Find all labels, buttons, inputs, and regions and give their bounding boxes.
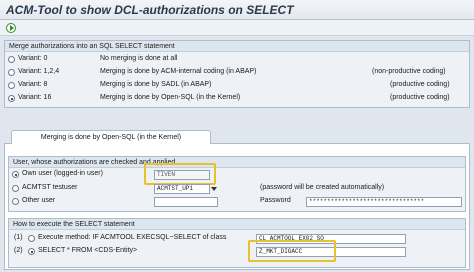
variant-0-description: No merging is done at all [100,55,178,62]
variant-3-description: Merging is done by Open-SQL (in the Kern… [100,94,241,101]
variant-1-label: Variant: 1,2,4 [18,68,60,75]
variant-1-note: (non-productive coding) [372,68,446,75]
variant-2-label: Variant: 8 [18,81,48,88]
other-user-radio[interactable] [12,198,19,205]
own-user-label: Own user (logged-in user) [22,170,103,177]
user-group-title: User, whose authorizations are checked a… [9,157,465,168]
option-2-radio[interactable] [28,248,35,255]
testuser-dropdown[interactable]: ACMTST_UP1 [154,184,210,194]
testuser-label: ACMTST testuser [22,184,78,191]
option-2-label: SELECT * FROM <CDS-Entity> [38,247,138,254]
variant-2-radio[interactable] [8,82,15,89]
variant-3-radio[interactable] [8,95,15,102]
merge-group-title: Merge authorizations into an SQL SELECT … [5,41,469,52]
variant-0-label: Variant: 0 [18,55,48,62]
variant-1-radio[interactable] [8,69,15,76]
password-field[interactable]: ******************************** [306,197,462,207]
variant-3-label: Variant: 16 [18,94,52,101]
variant-2-description: Merging is done by SADL (in ABAP) [100,81,212,88]
cds-entity-highlight [248,240,336,262]
own-user-highlight [144,163,216,185]
toolbar [0,20,474,36]
password-label: Password [260,197,291,204]
window-title: ACM-Tool to show DCL-authorizations on S… [6,3,294,17]
other-user-field[interactable] [154,197,218,207]
option-1-label: Execute method: IF ACMTOOL EXECSQL~SELEC… [38,234,227,241]
title-bar: ACM-Tool to show DCL-authorizations on S… [0,0,474,20]
option-1-number: (1) [14,234,23,241]
execute-group-title: How to execute the SELECT statement [9,219,465,230]
variant-2-note: (productive coding) [390,81,450,88]
variant-0-radio[interactable] [8,56,15,63]
testuser-radio[interactable] [12,185,19,192]
other-user-label: Other user [22,197,56,204]
tab-open-sql[interactable]: Merging is done by Open-SQL (in the Kern… [11,130,211,144]
option-1-radio[interactable] [28,235,35,242]
variant-3-note: (productive coding) [390,94,450,101]
execute-icon[interactable] [6,23,16,33]
chevron-down-icon[interactable] [210,184,218,194]
variant-1-description: Merging is done by ACM-internal coding (… [100,68,257,75]
option-2-number: (2) [14,247,23,254]
testuser-note: (password will be created automatically) [260,184,385,191]
own-user-radio[interactable] [12,171,19,178]
